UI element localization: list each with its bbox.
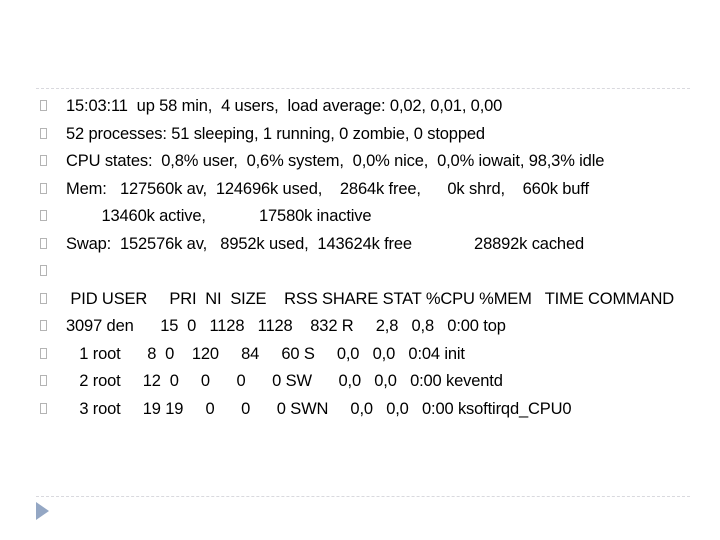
bullet-row-uptime: 15:03:11 up 58 min, 4 users, load averag… (36, 96, 696, 117)
bullet-text: 2 root 12 0 0 0 0 SW 0,0 0,0 0:00 kevent… (66, 372, 503, 390)
bullet-marker-icon (40, 265, 47, 276)
bullet-row-mem: Mem: 127560k av, 124696k used, 2864k fre… (36, 179, 696, 200)
divider-top (36, 88, 690, 89)
divider-bottom (36, 496, 690, 497)
bullet-marker-icon (40, 292, 47, 304)
slide-canvas: 15:03:11 up 58 min, 4 users, load averag… (0, 0, 720, 540)
bullet-text: 52 processes: 51 sleeping, 1 running, 0 … (66, 124, 485, 143)
bullet-row-row-init: 1 root 8 0 120 84 60 S 0,0 0,0 0:04 init (36, 344, 696, 365)
bullet-text: 3097 den 15 0 1128 1128 832 R 2,8 0,8 0:… (66, 317, 506, 335)
bullet-text: Swap: 152576k av, 8952k used, 143624k fr… (66, 234, 585, 253)
bullet-marker-icon (40, 237, 47, 249)
bullet-row-processes: 52 processes: 51 sleeping, 1 running, 0 … (36, 124, 696, 145)
bullet-text: 13460k active, 17580k inactive (66, 207, 372, 225)
bullet-marker-icon (40, 347, 47, 359)
bullet-marker-icon (40, 210, 47, 221)
bullet-row-spacer (36, 261, 696, 282)
bullet-text: 3 root 19 19 0 0 0 SWN 0,0 0,0 0:00 ksof… (66, 399, 572, 418)
bullet-marker-icon (40, 375, 47, 386)
bullet-row-row-keventd: 2 root 12 0 0 0 0 SW 0,0 0,0 0:00 kevent… (36, 371, 696, 392)
bullet-row-cpu-states: CPU states: 0,8% user, 0,6% system, 0,0%… (36, 151, 696, 172)
bullet-marker-icon (40, 402, 47, 414)
bullet-marker-icon (40, 100, 47, 111)
bullet-row-table-header: PID USER PRI NI SIZE RSS SHARE STAT %CPU… (36, 289, 696, 310)
bullet-marker-icon (40, 182, 47, 194)
bullet-text: CPU states: 0,8% user, 0,6% system, 0,0%… (66, 152, 605, 170)
bullet-text: 1 root 8 0 120 84 60 S 0,0 0,0 0:04 init (66, 344, 465, 363)
bullet-row-row-top: 3097 den 15 0 1128 1128 832 R 2,8 0,8 0:… (36, 316, 696, 337)
bullet-row-mem-active: 13460k active, 17580k inactive (36, 206, 696, 227)
bullet-text: PID USER PRI NI SIZE RSS SHARE STAT %CPU… (66, 289, 675, 308)
bullet-text: Mem: 127560k av, 124696k used, 2864k fre… (66, 179, 589, 198)
next-slide-triangle-icon[interactable] (36, 502, 49, 520)
bullet-row-swap: Swap: 152576k av, 8952k used, 143624k fr… (36, 234, 696, 255)
bullet-list: 15:03:11 up 58 min, 4 users, load averag… (36, 96, 696, 426)
bullet-marker-icon (40, 320, 47, 331)
bullet-marker-icon (40, 155, 47, 166)
bullet-marker-icon (40, 127, 47, 139)
bullet-row-row-ksoftirqd: 3 root 19 19 0 0 0 SWN 0,0 0,0 0:00 ksof… (36, 399, 696, 420)
bullet-text: 15:03:11 up 58 min, 4 users, load averag… (66, 97, 503, 115)
